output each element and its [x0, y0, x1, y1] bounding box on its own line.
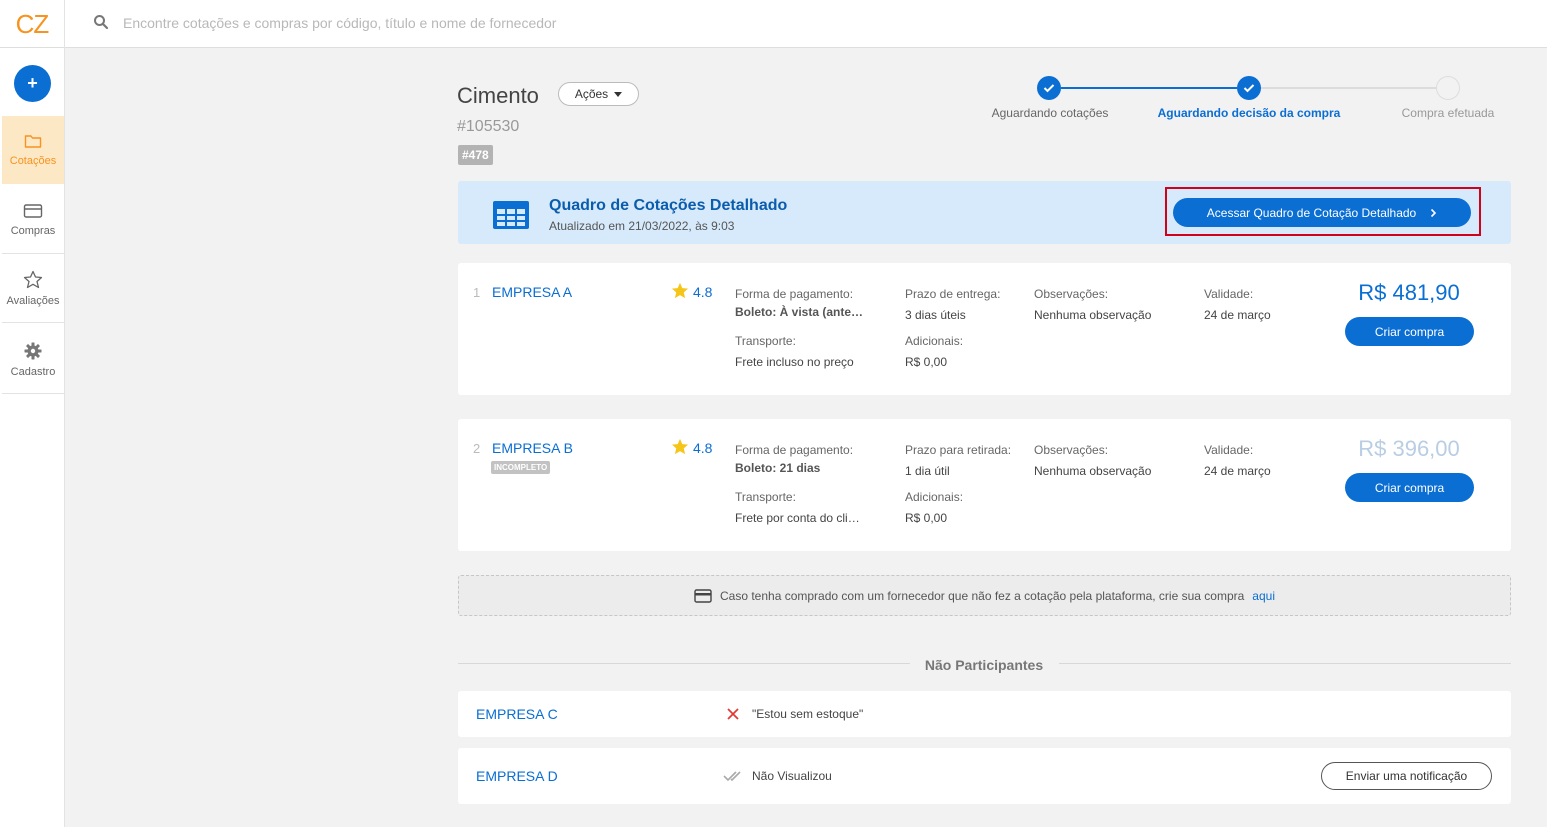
price: R$ 481,90	[1358, 280, 1460, 305]
access-detailed-quotes-button[interactable]: Acessar Quadro de Cotação Detalhado	[1173, 198, 1471, 227]
button-label: Acessar Quadro de Cotação Detalhado	[1206, 205, 1417, 220]
page-title: Cimento	[457, 83, 539, 108]
create-purchase-button[interactable]: Criar compra	[1345, 317, 1474, 346]
quote-index: 1	[473, 285, 481, 300]
star-rating-icon	[671, 282, 689, 299]
sidebar: + Cotações Compras Avaliações Cadastro	[0, 48, 65, 827]
notes-label: Observações:	[1034, 287, 1109, 301]
actions-dropdown[interactable]: Ações	[558, 82, 639, 106]
search-icon	[94, 15, 109, 30]
check-icon	[1043, 84, 1055, 93]
validity-value: 24 de março	[1204, 308, 1271, 322]
double-check-icon	[723, 771, 741, 782]
step-1-label: Aguardando cotações	[991, 106, 1109, 120]
stepper-line-todo	[1261, 87, 1436, 89]
sidebar-item-cadastro[interactable]: Cadastro	[2, 326, 64, 394]
validity-value: 24 de março	[1204, 464, 1271, 478]
stepper-line-done	[1061, 87, 1237, 89]
payment-value: Boleto: 21 dias	[735, 461, 821, 475]
delivery-value: 3 dias úteis	[905, 308, 966, 322]
gear-icon	[24, 342, 42, 359]
company-link[interactable]: EMPRESA A	[492, 284, 572, 300]
quote-index: 2	[473, 441, 481, 456]
validity-label: Validade:	[1204, 287, 1254, 301]
credit-card-icon	[694, 588, 712, 603]
company-link[interactable]: EMPRESA B	[492, 440, 573, 456]
transport-label: Transporte:	[735, 490, 796, 504]
transport-value: Frete por conta do cliente	[735, 511, 863, 525]
pickup-value: 1 dia útil	[905, 464, 950, 478]
chevron-right-icon	[1431, 208, 1437, 217]
quote-tag: #478	[458, 145, 493, 165]
transport-value: Frete incluso no preço	[735, 355, 854, 369]
notes-value: Nenhuma observação	[1034, 308, 1152, 322]
pickup-label: Prazo para retirada:	[905, 443, 1012, 457]
step-3-circle	[1436, 76, 1460, 100]
quote-card: 2 EMPRESA B INCOMPLETO 4.8 Forma de paga…	[458, 419, 1511, 551]
decline-reason: "Estou sem estoque"	[752, 707, 864, 721]
sidebar-item-avaliacoes[interactable]: Avaliações	[2, 255, 64, 323]
notice-link[interactable]: aqui	[1252, 589, 1275, 603]
sidebar-item-cotacoes[interactable]: Cotações	[2, 116, 64, 184]
credit-card-icon	[23, 203, 43, 218]
folder-icon	[24, 135, 42, 148]
extra-value: R$ 0,00	[905, 355, 948, 369]
incomplete-badge: INCOMPLETO	[491, 461, 551, 474]
payment-value: Boleto: À vista (antecipado)	[735, 305, 865, 319]
caret-down-icon	[614, 91, 623, 97]
payment-label: Forma de pagamento:	[735, 287, 854, 301]
banner-title: Quadro de Cotações Detalhado	[549, 197, 788, 214]
sidebar-item-label: Cadastro	[10, 365, 56, 378]
non-participant-row: EMPRESA D Não Visualizou Enviar uma noti…	[458, 748, 1511, 804]
notes-value: Nenhuma observação	[1034, 464, 1152, 478]
quote-card: 1 EMPRESA A 4.8 Forma de pagamento: Bole…	[458, 263, 1511, 395]
view-status: Não Visualizou	[752, 769, 832, 783]
star-rating-icon	[671, 438, 689, 455]
create-purchase-button[interactable]: Criar compra	[1345, 473, 1474, 502]
check-icon	[1243, 84, 1255, 93]
extra-label: Adicionais:	[905, 490, 964, 504]
price: R$ 396,00	[1358, 436, 1460, 461]
search-input[interactable]	[123, 12, 823, 34]
manual-purchase-notice: Caso tenha comprado com um fornecedor qu…	[458, 575, 1511, 616]
transport-label: Transporte:	[735, 334, 796, 348]
extra-value: R$ 0,00	[905, 511, 948, 525]
banner-subtitle: Atualizado em 21/03/2022, às 9:03	[549, 219, 735, 233]
delivery-label: Prazo de entrega:	[905, 287, 1001, 301]
step-2-circle	[1237, 76, 1261, 100]
sidebar-item-label: Compras	[10, 224, 56, 237]
notice-text: Caso tenha comprado com um fornecedor qu…	[720, 588, 1245, 603]
step-3-label: Compra efetuada	[1401, 106, 1495, 120]
step-2-label: Aguardando decisão da compra	[1157, 106, 1341, 120]
company-link[interactable]: EMPRESA C	[476, 706, 558, 722]
close-icon	[727, 708, 739, 720]
sidebar-item-label: Avaliações	[6, 295, 60, 307]
step-1-circle	[1037, 76, 1061, 100]
actions-label: Ações	[574, 87, 609, 101]
star-icon	[23, 270, 43, 289]
non-participant-row: EMPRESA C "Estou sem estoque"	[458, 691, 1511, 737]
table-grid-icon	[493, 201, 529, 229]
app-logo[interactable]: CZ	[0, 0, 65, 48]
rating-value: 4.8	[693, 284, 713, 300]
sidebar-item-compras[interactable]: Compras	[2, 186, 64, 254]
non-participants-title: Não Participantes	[924, 657, 1044, 673]
notes-label: Observações:	[1034, 443, 1109, 457]
detailed-quotes-banner: Quadro de Cotações Detalhado Atualizado …	[458, 181, 1511, 244]
section-divider-right	[1059, 663, 1511, 664]
add-button[interactable]: +	[14, 65, 51, 102]
payment-label: Forma de pagamento:	[735, 443, 854, 457]
company-link[interactable]: EMPRESA D	[476, 768, 558, 784]
top-bar: CZ	[0, 0, 1547, 48]
sidebar-item-label: Cotações	[9, 155, 57, 167]
rating-value: 4.8	[693, 440, 713, 456]
quote-code: #105530	[457, 118, 520, 135]
validity-label: Validade:	[1204, 443, 1254, 457]
send-notification-button[interactable]: Enviar uma notificação	[1321, 762, 1492, 790]
section-divider-left	[458, 663, 910, 664]
extra-label: Adicionais:	[905, 334, 964, 348]
